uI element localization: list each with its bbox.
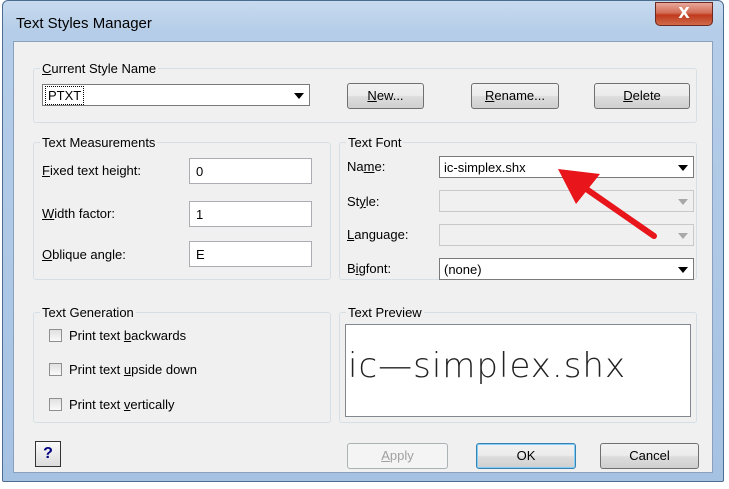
cancel-button[interactable]: Cancel: [600, 443, 699, 469]
chevron-down-icon: [294, 93, 304, 99]
text-preview-box: ic—simplex.shx: [345, 324, 691, 417]
font-name-label: Name:: [347, 159, 386, 174]
bigfont-label: Bigfont:: [347, 261, 392, 276]
dialog-body: Current Style Name PTXT New... Rename...…: [13, 41, 713, 473]
text-font-legend: Text Font: [348, 135, 402, 150]
ok-button[interactable]: OK: [476, 443, 576, 469]
print-vertically-label: Print text vertically: [69, 397, 175, 412]
new-button[interactable]: New...: [347, 83, 424, 109]
width-factor-input[interactable]: 1: [189, 201, 312, 227]
oblique-angle-input[interactable]: E: [189, 241, 312, 267]
close-button[interactable]: X: [655, 2, 713, 26]
help-icon: ?: [43, 445, 53, 462]
preview-text: ic—simplex.shx: [348, 346, 627, 386]
text-generation-legend: Text Generation: [42, 305, 134, 320]
print-upside-down-label: Print text upside down: [69, 362, 197, 377]
rename-button[interactable]: Rename...: [471, 83, 559, 109]
checkbox-box[interactable]: [49, 398, 62, 411]
dialog-title: Text Styles Manager: [16, 15, 152, 32]
help-button[interactable]: ?: [35, 441, 61, 467]
close-icon: X: [678, 4, 690, 22]
fixed-height-label: Fixed text height:: [42, 163, 142, 178]
font-name-value: ic-simplex.shx: [444, 160, 526, 175]
chevron-down-icon: [678, 233, 688, 239]
current-style-legend: Current Style Name: [42, 61, 157, 76]
current-style-select[interactable]: PTXT: [42, 84, 310, 106]
checkbox-box[interactable]: [49, 329, 62, 342]
red-arrow-annotation: [558, 169, 657, 239]
text-measurements-legend: Text Measurements: [42, 135, 156, 150]
bigfont-value: (none): [444, 262, 482, 277]
delete-button[interactable]: Delete: [594, 83, 690, 109]
bigfont-select[interactable]: (none): [439, 258, 694, 280]
width-factor-label: Width factor:: [42, 206, 115, 221]
print-backwards-label: Print text backwards: [69, 328, 187, 343]
page-margin: [724, 0, 729, 489]
text-styles-dialog: Text Styles Manager X Current Style Name…: [2, 0, 724, 482]
title-bar[interactable]: Text Styles Manager X: [3, 1, 723, 41]
current-style-value: PTXT: [45, 86, 85, 105]
oblique-angle-label: Oblique angle:: [42, 247, 126, 262]
chevron-down-icon: [678, 199, 688, 205]
checkbox-box[interactable]: [49, 363, 62, 376]
apply-button[interactable]: Apply: [347, 443, 448, 469]
text-preview-legend: Text Preview: [348, 305, 422, 320]
chevron-down-icon: [678, 165, 688, 171]
language-label: Language:: [347, 227, 409, 242]
font-style-label: Style:: [347, 194, 380, 209]
chevron-down-icon: [678, 267, 688, 273]
fixed-height-input[interactable]: 0: [189, 158, 312, 184]
